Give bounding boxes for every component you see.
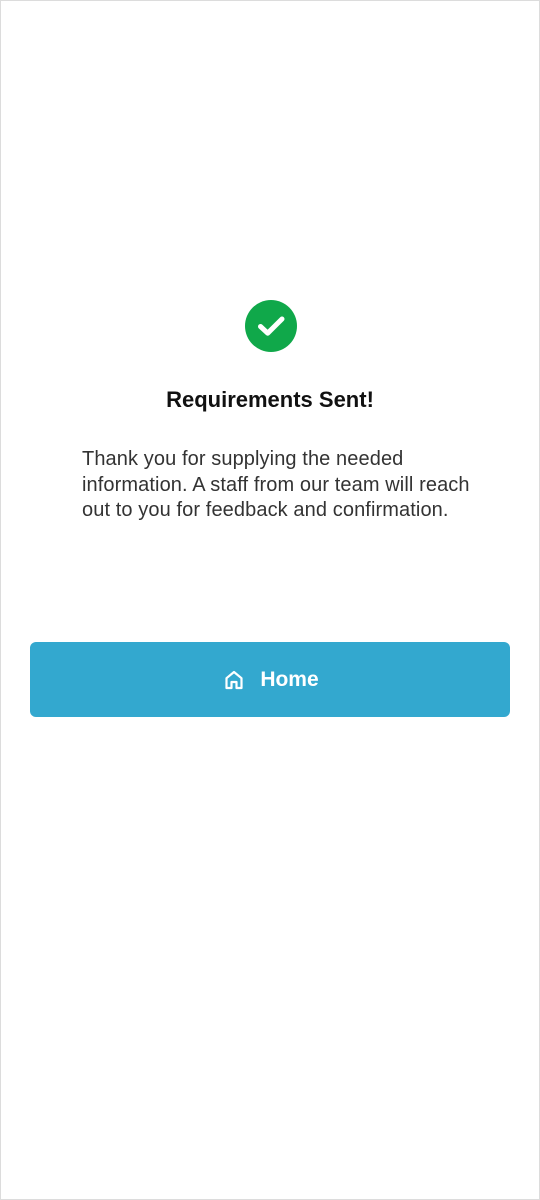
confirmation-message: Thank you for supplying the needed infor… (82, 448, 470, 521)
confirmation-screen: Requirements Sent! Thank you for supplyi… (0, 0, 540, 1200)
home-button[interactable]: Home (30, 642, 510, 717)
home-button-label: Home (260, 667, 319, 691)
page-title: Requirements Sent! (166, 387, 374, 412)
check-circle-icon (245, 300, 297, 352)
home-icon (221, 667, 247, 693)
